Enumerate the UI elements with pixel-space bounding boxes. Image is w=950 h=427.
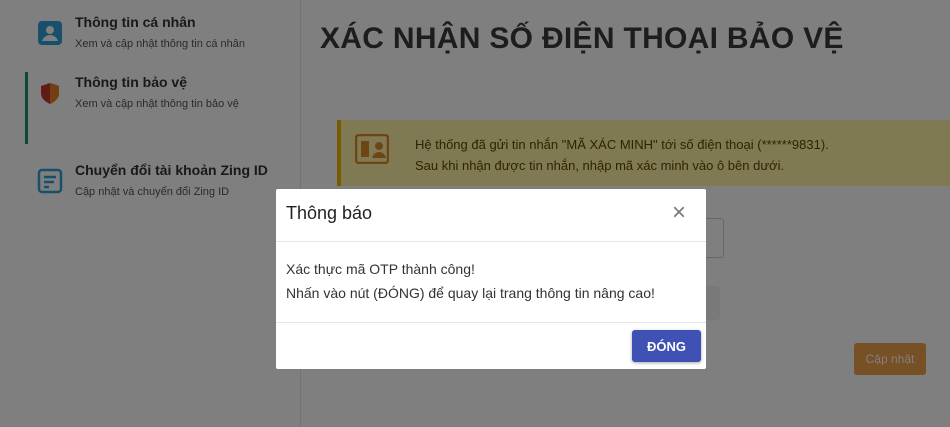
dialog-message-1: Xác thực mã OTP thành công!: [286, 261, 475, 277]
dialog-title: Thông báo: [286, 203, 373, 223]
dialog-message-2: Nhấn vào nút (ĐÓNG) để quay lại trang th…: [286, 285, 655, 301]
close-icon[interactable]: ×: [668, 201, 690, 225]
notification-dialog: Thông báo × Xác thực mã OTP thành công! …: [276, 189, 706, 369]
dialog-header: Thông báo ×: [276, 189, 706, 242]
dialog-divider: [276, 322, 706, 323]
close-button[interactable]: ĐÓNG: [632, 330, 701, 362]
dialog-body: Xác thực mã OTP thành công! Nhấn vào nút…: [286, 257, 655, 305]
